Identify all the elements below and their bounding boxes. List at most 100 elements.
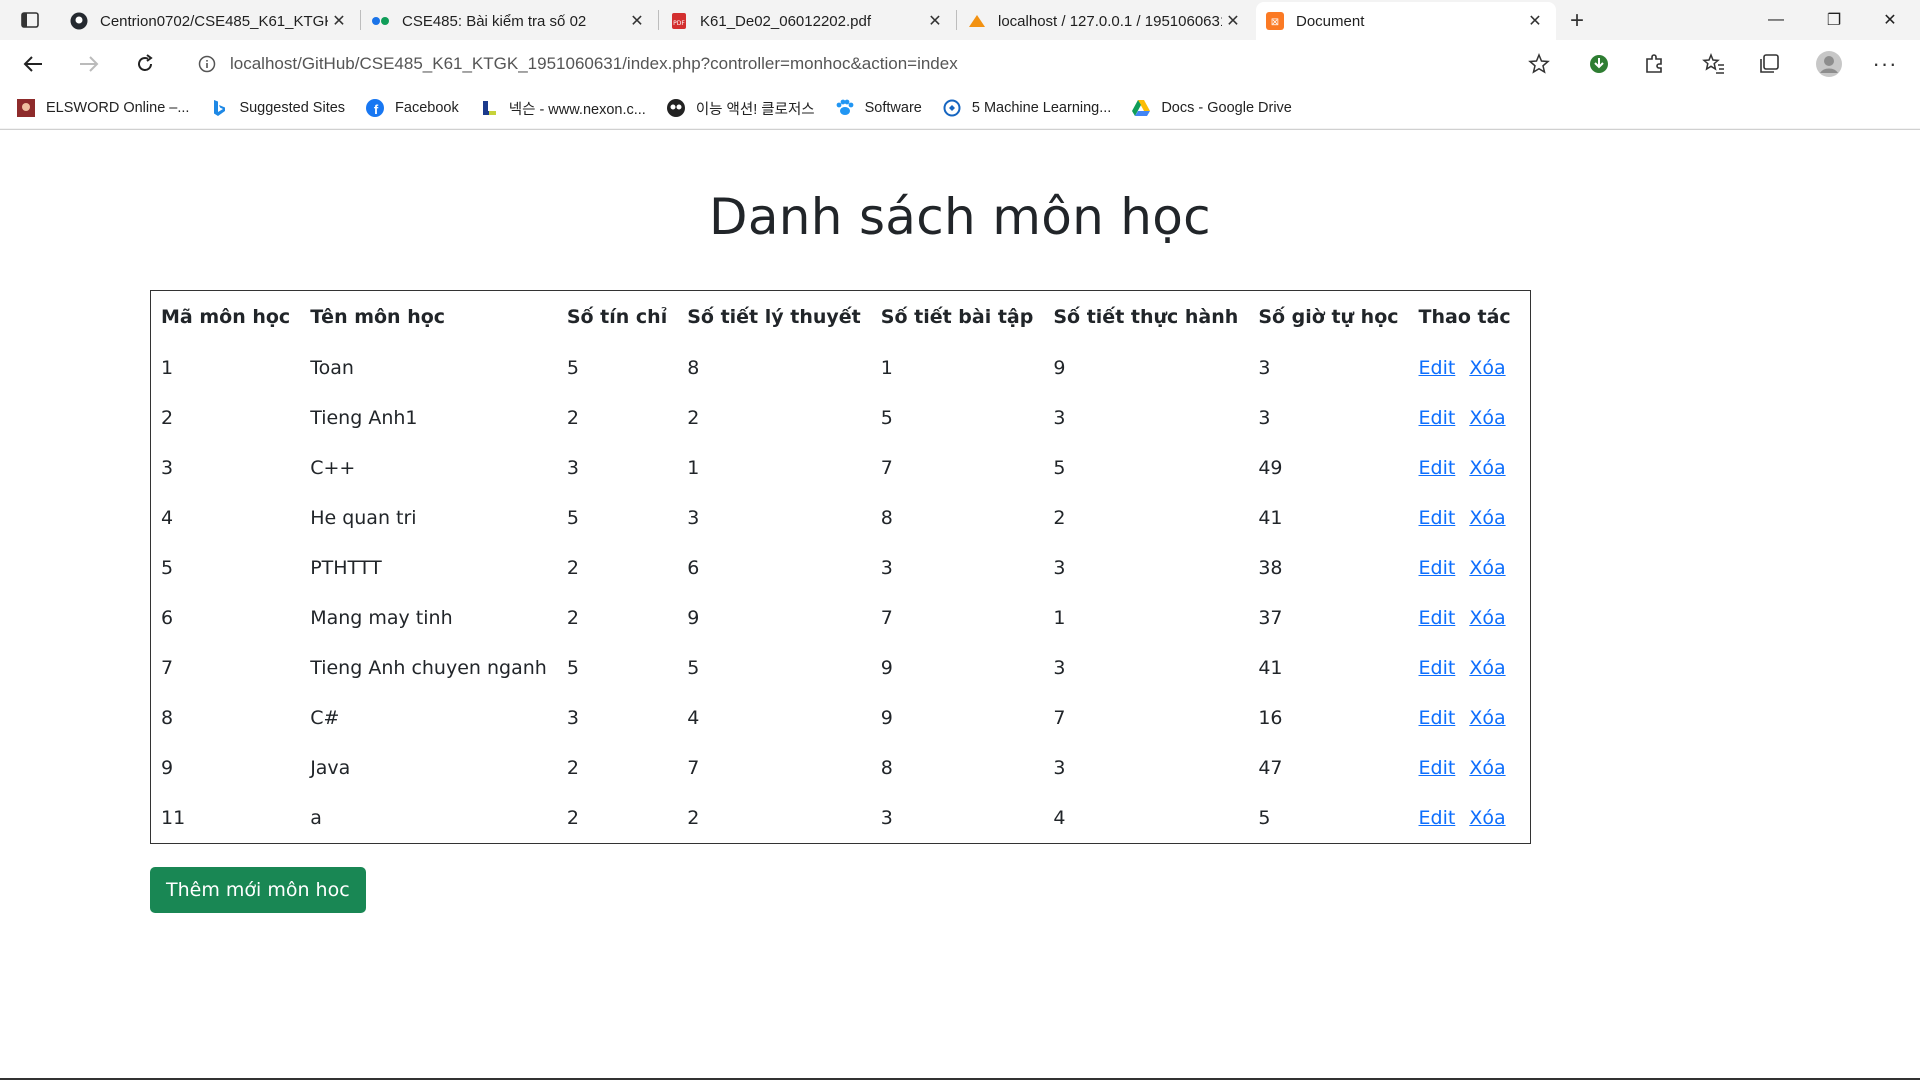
table-cell: 8 (880, 757, 893, 779)
add-subject-button[interactable]: Thêm mới môn hoc (150, 867, 366, 913)
edit-link[interactable]: Edit (1419, 357, 1456, 379)
download-manager-icon (1590, 55, 1608, 73)
favorites-button[interactable] (1697, 48, 1731, 80)
bookmark-closers[interactable]: 이능 액션! 클로저스 (666, 98, 815, 119)
column-header: Thao tác (1418, 306, 1511, 328)
bookmark-google-drive[interactable]: Docs - Google Drive (1131, 98, 1292, 118)
tab-document[interactable]: ⊠ Document ✕ (1256, 2, 1556, 40)
delete-link[interactable]: Xóa (1469, 707, 1505, 729)
delete-link[interactable]: Xóa (1469, 607, 1505, 629)
back-button[interactable] (16, 48, 50, 80)
delete-link[interactable]: Xóa (1469, 407, 1505, 429)
pdf-icon: PDF (670, 12, 688, 30)
delete-link[interactable]: Xóa (1469, 507, 1505, 529)
minimize-icon: — (1768, 11, 1784, 28)
avatar-icon (1816, 51, 1842, 77)
actions-cell: Edit Xóa (1409, 493, 1531, 543)
subjects-table: Mã môn học Tên môn học Số tín chỉ Số tiế… (150, 290, 1531, 844)
table-cell: 37 (1258, 607, 1283, 629)
table-cell: 2 (566, 757, 579, 779)
elsword-icon (16, 98, 36, 118)
delete-link[interactable]: Xóa (1469, 757, 1505, 779)
bookmark-software[interactable]: Software (835, 98, 922, 118)
delete-link[interactable]: Xóa (1469, 657, 1505, 679)
tab-strip: Centrion0702/CSE485_K61_KTGK ✕ CSE485: B… (0, 0, 1920, 40)
table-cell: 3 (1258, 357, 1271, 379)
edit-link[interactable]: Edit (1419, 457, 1456, 479)
tab-phpmyadmin[interactable]: localhost / 127.0.0.1 / 1951060631 ✕ (958, 2, 1254, 40)
table-row: 8 C# 3 4 9 7 16 Edit Xóa (151, 693, 1531, 743)
restore-icon: ❐ (1826, 12, 1842, 29)
bookmark-machine-learning[interactable]: 5 Machine Learning... (942, 98, 1111, 118)
table-row: 2 Tieng Anh1 2 2 5 3 3 Edit Xóa (151, 393, 1531, 443)
bookmark-facebook[interactable]: f Facebook (365, 98, 459, 118)
tab-title: K61_De02_06012202.pdf (700, 12, 871, 30)
address-row: localhost/GitHub/CSE485_K61_KTGK_1951060… (0, 40, 1920, 88)
table-cell: 5 (566, 657, 579, 679)
close-icon[interactable]: ✕ (1524, 10, 1546, 32)
table-cell: 5 (566, 357, 579, 379)
idm-extension-button[interactable] (1582, 48, 1616, 80)
dots-icon (372, 12, 390, 30)
forward-button[interactable] (72, 48, 106, 80)
bing-icon (209, 98, 229, 118)
restore-button[interactable]: ❐ (1806, 0, 1862, 40)
table-cell: 7 (687, 757, 700, 779)
refresh-button[interactable] (128, 48, 162, 80)
profile-button[interactable] (1812, 48, 1846, 80)
edit-link[interactable]: Edit (1419, 757, 1456, 779)
table-cell: 1 (1053, 607, 1066, 629)
column-header: Mã môn học (161, 306, 291, 328)
bookmark-suggested-sites[interactable]: Suggested Sites (209, 98, 345, 118)
collections-button[interactable] (1752, 48, 1786, 80)
bookmark-elsword[interactable]: ELSWORD Online –... (16, 98, 189, 118)
table-cell: 7 (161, 657, 174, 679)
close-icon[interactable]: ✕ (328, 10, 350, 32)
edit-link[interactable]: Edit (1419, 707, 1456, 729)
close-icon: ✕ (1883, 12, 1897, 29)
edit-link[interactable]: Edit (1419, 607, 1456, 629)
actions-cell: Edit Xóa (1409, 343, 1531, 393)
delete-link[interactable]: Xóa (1469, 457, 1505, 479)
table-cell: 5 (566, 507, 579, 529)
edit-link[interactable]: Edit (1419, 807, 1456, 829)
edit-link[interactable]: Edit (1419, 657, 1456, 679)
close-icon[interactable]: ✕ (1222, 10, 1244, 32)
page-title: Danh sách môn học (709, 188, 1211, 246)
close-icon[interactable]: ✕ (924, 10, 946, 32)
table-cell: 3 (687, 507, 700, 529)
table-cell: Tieng Anh chuyen nganh (310, 657, 547, 679)
table-cell: 3 (1258, 407, 1271, 429)
minimize-button[interactable]: — (1748, 0, 1804, 40)
table-cell: 3 (880, 557, 893, 579)
edit-link[interactable]: Edit (1419, 507, 1456, 529)
table-cell: 2 (1053, 507, 1066, 529)
tab-github[interactable]: Centrion0702/CSE485_K61_KTGK ✕ (60, 2, 360, 40)
bookmark-nexon[interactable]: 넥슨 - www.nexon.c... (479, 98, 646, 119)
close-icon[interactable]: ✕ (626, 10, 648, 32)
edit-link[interactable]: Edit (1419, 557, 1456, 579)
address-bar[interactable]: localhost/GitHub/CSE485_K61_KTGK_1951060… (180, 46, 1558, 82)
info-icon[interactable] (198, 55, 216, 73)
tab-pdf[interactable]: PDF K61_De02_06012202.pdf ✕ (660, 2, 956, 40)
url-text[interactable]: localhost/GitHub/CSE485_K61_KTGK_1951060… (230, 54, 958, 74)
delete-link[interactable]: Xóa (1469, 807, 1505, 829)
settings-more-button[interactable]: ··· (1868, 48, 1902, 80)
paw-icon (835, 98, 855, 118)
tab-cse485[interactable]: CSE485: Bài kiểm tra số 02 ✕ (362, 2, 658, 40)
bookmark-label: 이능 액션! 클로저스 (695, 101, 815, 118)
delete-link[interactable]: Xóa (1469, 357, 1505, 379)
favorite-button[interactable] (1522, 48, 1556, 80)
github-icon (70, 12, 88, 30)
close-window-button[interactable]: ✕ (1862, 0, 1918, 40)
edit-link[interactable]: Edit (1419, 407, 1456, 429)
column-header: Số giờ tự học (1258, 306, 1399, 328)
delete-link[interactable]: Xóa (1469, 557, 1505, 579)
svg-text:PDF: PDF (673, 20, 685, 27)
table-cell: 8 (687, 357, 700, 379)
extensions-button[interactable] (1637, 48, 1671, 80)
actions-cell: Edit Xóa (1409, 793, 1531, 844)
tab-actions-button[interactable] (10, 6, 50, 34)
table-cell: 47 (1258, 757, 1283, 779)
new-tab-button[interactable]: + (1562, 6, 1592, 36)
